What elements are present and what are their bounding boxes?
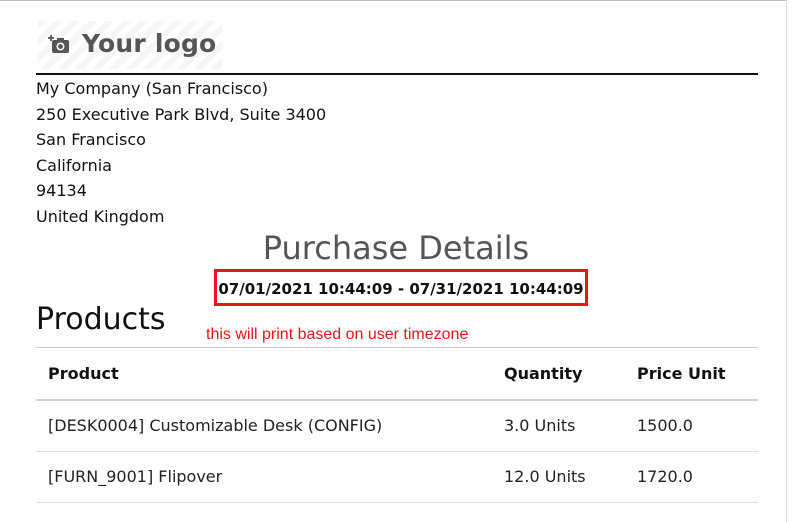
date-range: 07/01/2021 10:44:09 - 07/31/2021 10:44:0… xyxy=(218,280,584,298)
cell-quantity: 12.0 Units xyxy=(504,467,586,486)
column-header-quantity: Quantity xyxy=(504,364,583,383)
timezone-annotation: this will print based on user timezone xyxy=(206,326,469,343)
page-top-border xyxy=(0,0,786,1)
logo-text: Your logo xyxy=(82,29,217,58)
products-section-title: Products xyxy=(36,302,166,337)
row-divider xyxy=(36,502,758,503)
company-logo: Your logo xyxy=(38,21,222,69)
address-city: San Francisco xyxy=(36,130,146,150)
column-header-price-unit: Price Unit xyxy=(637,364,726,383)
report-title: Purchase Details xyxy=(262,229,530,267)
address-country: United Kingdom xyxy=(36,206,165,226)
header-divider xyxy=(36,73,758,75)
cell-price-unit: 1500.0 xyxy=(637,416,693,435)
table-header-divider xyxy=(36,399,758,401)
address-state: California xyxy=(36,155,112,175)
company-address: My Company (San Francisco) 250 Executive… xyxy=(36,76,326,230)
address-zip: 94134 xyxy=(36,181,87,201)
cell-product: [FURN_9001] Flipover xyxy=(48,467,223,486)
cell-quantity: 3.0 Units xyxy=(504,416,576,435)
cell-product: [DESK0004] Customizable Desk (CONFIG) xyxy=(48,416,383,435)
column-header-product: Product xyxy=(48,364,119,383)
report-page: Your logo My Company (San Francisco) 250… xyxy=(0,0,792,522)
row-divider xyxy=(36,451,758,452)
camera-plus-icon xyxy=(48,35,69,53)
cell-price-unit: 1720.0 xyxy=(637,467,693,486)
table-top-border xyxy=(36,347,758,348)
company-name: My Company (San Francisco) xyxy=(36,79,268,98)
address-street: 250 Executive Park Blvd, Suite 3400 xyxy=(36,104,327,124)
